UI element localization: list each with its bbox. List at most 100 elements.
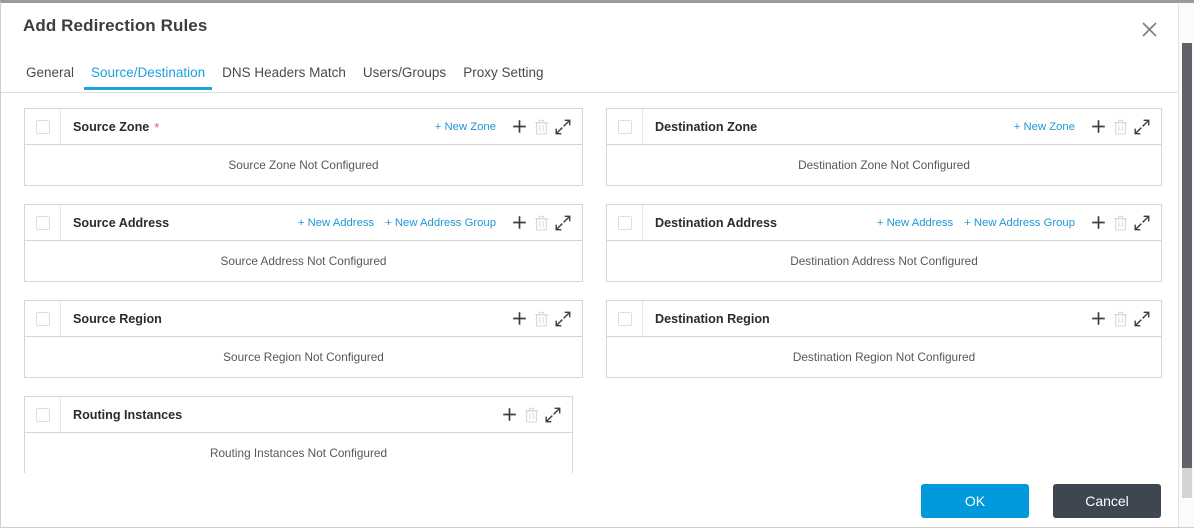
panel-empty-state-destination-address: Destination Address Not Configured bbox=[607, 241, 1161, 281]
expand-icon[interactable] bbox=[1132, 309, 1152, 329]
tab-proxy-setting[interactable]: Proxy Setting bbox=[456, 65, 550, 89]
link-new-zone[interactable]: + New Zone bbox=[435, 121, 496, 133]
expand-icon[interactable] bbox=[553, 213, 573, 233]
select-all-checkbox-source-address[interactable] bbox=[35, 215, 50, 230]
link-new-address[interactable]: + New Address bbox=[298, 217, 374, 229]
panel-routing-instances: Routing Instances Routing Instances Not C… bbox=[24, 396, 573, 474]
checkbox-cell-source-address bbox=[25, 205, 61, 240]
plus-icon[interactable] bbox=[509, 213, 529, 233]
scrollbar-thumb[interactable] bbox=[1182, 43, 1192, 468]
panel-empty-state-source-address: Source Address Not Configured bbox=[25, 241, 582, 281]
expand-icon[interactable] bbox=[1132, 213, 1152, 233]
empty-state-text: Destination Address Not Configured bbox=[790, 254, 978, 268]
expand-icon[interactable] bbox=[553, 309, 573, 329]
select-all-checkbox-source-zone[interactable] bbox=[35, 119, 50, 134]
panel-source-region: Source Region Source Region Not Configure… bbox=[24, 300, 583, 378]
link-new-address[interactable]: + New Address bbox=[877, 217, 953, 229]
trash-icon[interactable] bbox=[521, 405, 541, 425]
panel-actions-source-region bbox=[507, 301, 573, 336]
select-all-checkbox-destination-zone[interactable] bbox=[617, 119, 632, 134]
plus-icon[interactable] bbox=[509, 309, 529, 329]
empty-state-text: Destination Zone Not Configured bbox=[798, 158, 970, 172]
link-new-address-group[interactable]: + New Address Group bbox=[385, 217, 496, 229]
page-title: Add Redirection Rules bbox=[23, 16, 208, 35]
panel-actions-destination-address: + New Address + New Address Group bbox=[877, 205, 1152, 240]
scrollbar-thumb-lower[interactable] bbox=[1182, 468, 1192, 498]
trash-icon[interactable] bbox=[1110, 213, 1130, 233]
link-new-zone[interactable]: + New Zone bbox=[1014, 121, 1075, 133]
dialog-footer: OK Cancel bbox=[1, 473, 1179, 527]
panel-title-label: Routing Instances bbox=[73, 407, 183, 422]
panel-empty-state-routing-instances: Routing Instances Not Configured bbox=[25, 433, 572, 473]
tab-general[interactable]: General bbox=[19, 65, 81, 89]
empty-state-text: Source Zone Not Configured bbox=[228, 158, 379, 172]
vertical-scrollbar[interactable] bbox=[1178, 3, 1194, 527]
required-indicator: * bbox=[154, 120, 160, 135]
plus-icon[interactable] bbox=[1088, 213, 1108, 233]
panel-grid: Source Zone * + New Zone Source Zone Not Co… bbox=[1, 94, 1179, 474]
panel-title-label: Destination Address bbox=[655, 215, 777, 230]
panel-empty-state-source-zone: Source Zone Not Configured bbox=[25, 145, 582, 185]
expand-icon[interactable] bbox=[543, 405, 563, 425]
trash-icon[interactable] bbox=[531, 213, 551, 233]
panel-title-destination-address: Destination Address bbox=[655, 216, 777, 230]
select-all-checkbox-destination-address[interactable] bbox=[617, 215, 632, 230]
panel-header-destination-address: Destination Address + New Address + New Ad… bbox=[607, 205, 1161, 241]
checkbox-cell-destination-address bbox=[607, 205, 643, 240]
panel-actions-source-address: + New Address + New Address Group bbox=[298, 205, 573, 240]
trash-icon[interactable] bbox=[531, 117, 551, 137]
checkbox-cell-destination-region bbox=[607, 301, 643, 336]
panel-source-address: Source Address + New Address + New Address… bbox=[24, 204, 583, 282]
panel-title-routing-instances: Routing Instances bbox=[73, 408, 182, 422]
select-all-checkbox-source-region[interactable] bbox=[35, 311, 50, 326]
add-redirection-rules-dialog: Add Redirection Rules General Source/Dest… bbox=[0, 0, 1194, 528]
dialog-header: Add Redirection Rules bbox=[1, 3, 1179, 51]
panel-title-label: Source Zone bbox=[73, 120, 150, 134]
panel-actions-destination-region bbox=[1086, 301, 1152, 336]
panel-title-destination-region: Destination Region bbox=[655, 312, 770, 326]
panel-empty-state-destination-zone: Destination Zone Not Configured bbox=[607, 145, 1161, 185]
trash-icon[interactable] bbox=[1110, 309, 1130, 329]
cancel-button[interactable]: Cancel bbox=[1053, 484, 1161, 518]
panel-destination-region: Destination Region Destination Region Not… bbox=[606, 300, 1162, 378]
close-icon[interactable] bbox=[1135, 15, 1163, 43]
panel-actions-destination-zone: + New Zone bbox=[1014, 109, 1152, 144]
panel-title-source-region: Source Region bbox=[73, 312, 162, 326]
panel-actions-routing-instances bbox=[497, 397, 563, 432]
panel-title-label: Destination Region bbox=[655, 311, 770, 326]
panel-header-source-zone: Source Zone * + New Zone bbox=[25, 109, 582, 145]
tab-source-destination[interactable]: Source/Destination bbox=[84, 65, 213, 90]
checkbox-cell-source-region bbox=[25, 301, 61, 336]
checkbox-cell-destination-zone bbox=[607, 109, 643, 144]
panel-destination-address: Destination Address + New Address + New Ad… bbox=[606, 204, 1162, 282]
panel-actions-source-zone: + New Zone bbox=[435, 109, 573, 144]
plus-icon[interactable] bbox=[499, 405, 519, 425]
panel-title-destination-zone: Destination Zone bbox=[655, 120, 757, 134]
panel-header-destination-region: Destination Region bbox=[607, 301, 1161, 337]
trash-icon[interactable] bbox=[1110, 117, 1130, 137]
select-all-checkbox-destination-region[interactable] bbox=[617, 311, 632, 326]
panel-title-source-zone: Source Zone * bbox=[73, 119, 160, 135]
plus-icon[interactable] bbox=[1088, 309, 1108, 329]
plus-icon[interactable] bbox=[1088, 117, 1108, 137]
trash-icon[interactable] bbox=[531, 309, 551, 329]
panel-header-source-region: Source Region bbox=[25, 301, 582, 337]
panel-source-zone: Source Zone * + New Zone Source Zone Not Co… bbox=[24, 108, 583, 186]
empty-state-text: Destination Region Not Configured bbox=[792, 350, 976, 364]
expand-icon[interactable] bbox=[553, 117, 573, 137]
select-all-checkbox-routing-instances[interactable] bbox=[35, 407, 50, 422]
empty-state-text: Routing Instances Not Configured bbox=[209, 446, 388, 460]
panel-header-destination-zone: Destination Zone + New Zone bbox=[607, 109, 1161, 145]
dialog-body: Source Zone * + New Zone Source Zone Not Co… bbox=[1, 94, 1179, 476]
ok-button[interactable]: OK bbox=[921, 484, 1029, 518]
tab-dns-headers-match[interactable]: DNS Headers Match bbox=[215, 65, 353, 89]
tab-users-groups[interactable]: Users/Groups bbox=[356, 65, 453, 89]
checkbox-cell-routing-instances bbox=[25, 397, 61, 432]
plus-icon[interactable] bbox=[509, 117, 529, 137]
checkbox-cell-source-zone bbox=[25, 109, 61, 144]
panel-empty-state-source-region: Source Region Not Configured bbox=[25, 337, 582, 377]
link-new-address-group[interactable]: + New Address Group bbox=[964, 217, 1075, 229]
panel-title-label: Destination Zone bbox=[655, 119, 758, 134]
empty-state-text: Source Address Not Configured bbox=[220, 254, 387, 268]
expand-icon[interactable] bbox=[1132, 117, 1152, 137]
